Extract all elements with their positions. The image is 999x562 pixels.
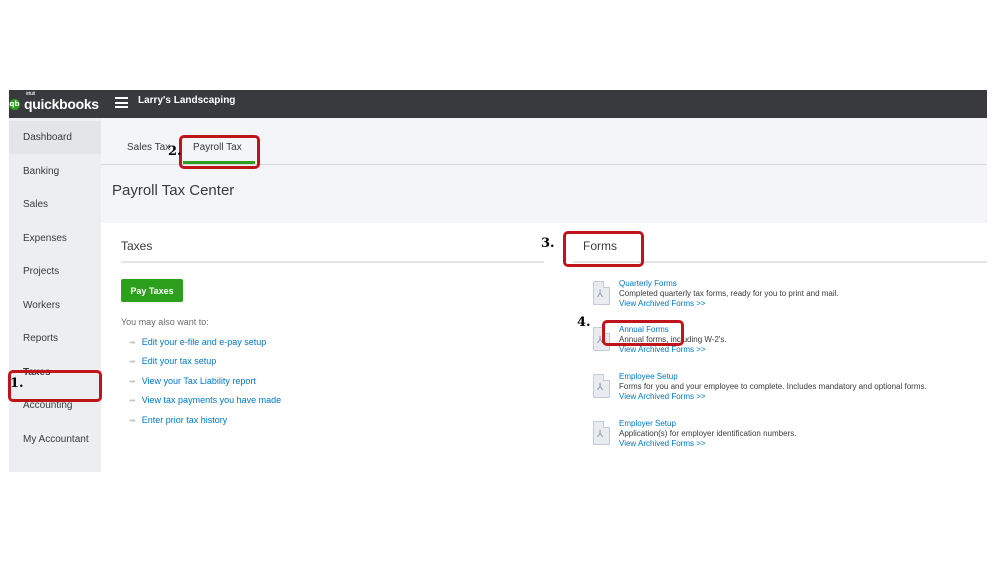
link-efile-setup[interactable]: ➡ Edit your e-file and e-pay setup (129, 337, 266, 347)
step-3-label: 3. (541, 236, 555, 251)
highlight-payroll-tax (179, 135, 260, 169)
link-label: Edit your tax setup (141, 356, 217, 366)
top-bar: qb intuit quickbooks Larry's Landscaping (9, 90, 987, 118)
pdf-file-icon[interactable]: ⅄ (593, 281, 610, 305)
form-item-quarterly: ⅄ Quarterly Forms Completed quarterly ta… (593, 279, 987, 315)
highlight-forms (563, 231, 644, 267)
form-item-employer-setup: ⅄ Employer Setup Application(s) for empl… (593, 419, 987, 455)
company-name: Larry's Landscaping (138, 95, 236, 106)
content-panel: Taxes Pay Taxes You may also want to: ➡ … (101, 223, 987, 472)
main-area: Sales Tax Payroll Tax Payroll Tax Center… (101, 118, 987, 472)
view-archived-link[interactable]: View Archived Forms >> (619, 299, 706, 308)
tab-sales-tax[interactable]: Sales Tax (127, 142, 170, 153)
pdf-file-icon[interactable]: ⅄ (593, 421, 610, 445)
pdf-file-icon[interactable]: ⅄ (593, 374, 610, 398)
link-label: Enter prior tax history (141, 415, 228, 425)
link-label: View your Tax Liability report (141, 376, 256, 386)
step-1-label: 1. (10, 376, 24, 391)
also-want-label: You may also want to: (121, 317, 209, 327)
form-title-link[interactable]: Employer Setup (619, 419, 676, 428)
link-prior-tax-history[interactable]: ➡ Enter prior tax history (129, 415, 227, 425)
form-title-link[interactable]: Quarterly Forms (619, 279, 677, 288)
sidebar-item-expenses[interactable]: Expenses (9, 222, 101, 255)
view-archived-link[interactable]: View Archived Forms >> (619, 345, 706, 354)
highlight-annual-forms (602, 320, 684, 346)
taxes-divider (121, 261, 544, 263)
sidebar-item-projects[interactable]: Projects (9, 255, 101, 288)
page-title: Payroll Tax Center (112, 182, 235, 199)
hamburger-menu-icon[interactable] (115, 97, 128, 108)
logo-text: intuit quickbooks (24, 91, 99, 112)
sidebar-item-dashboard[interactable]: Dashboard (9, 121, 101, 154)
step-4-label: 4. (577, 315, 591, 330)
view-archived-link[interactable]: View Archived Forms >> (619, 392, 706, 401)
arrow-right-icon: ➡ (129, 376, 136, 386)
link-label: View tax payments you have made (141, 395, 282, 405)
form-description: Completed quarterly tax forms, ready for… (619, 289, 839, 298)
arrow-right-icon: ➡ (129, 395, 136, 405)
link-tax-setup[interactable]: ➡ Edit your tax setup (129, 356, 216, 366)
form-description: Application(s) for employer identificati… (619, 429, 797, 438)
sidebar: Dashboard Banking Sales Expenses Project… (9, 118, 101, 472)
form-description: Forms for you and your employee to compl… (619, 382, 927, 391)
arrow-right-icon: ➡ (129, 337, 136, 347)
qb-logo-icon: qb (9, 98, 20, 110)
link-tax-liability-report[interactable]: ➡ View your Tax Liability report (129, 376, 256, 386)
logo-intuit-text: intuit (26, 91, 35, 97)
sidebar-item-banking[interactable]: Banking (9, 155, 101, 188)
step-2-label: 2. (168, 144, 182, 159)
quickbooks-logo[interactable]: qb intuit quickbooks (9, 91, 99, 114)
form-item-employee-setup: ⅄ Employee Setup Forms for you and your … (593, 372, 987, 408)
sidebar-item-sales[interactable]: Sales (9, 188, 101, 221)
link-tax-payments[interactable]: ➡ View tax payments you have made (129, 395, 281, 405)
sidebar-item-workers[interactable]: Workers (9, 289, 101, 322)
arrow-right-icon: ➡ (129, 356, 136, 366)
taxes-section-title: Taxes (121, 239, 153, 253)
sidebar-item-my-accountant[interactable]: My Accountant (9, 423, 101, 456)
link-label: Edit your e-file and e-pay setup (141, 337, 267, 347)
sidebar-item-reports[interactable]: Reports (9, 322, 101, 355)
arrow-right-icon: ➡ (129, 415, 136, 425)
form-title-link[interactable]: Employee Setup (619, 372, 678, 381)
pay-taxes-button[interactable]: Pay Taxes (121, 279, 183, 302)
logo-wordmark: quickbooks (24, 96, 99, 112)
quickbooks-app: qb intuit quickbooks Larry's Landscaping… (9, 90, 987, 472)
view-archived-link[interactable]: View Archived Forms >> (619, 439, 706, 448)
